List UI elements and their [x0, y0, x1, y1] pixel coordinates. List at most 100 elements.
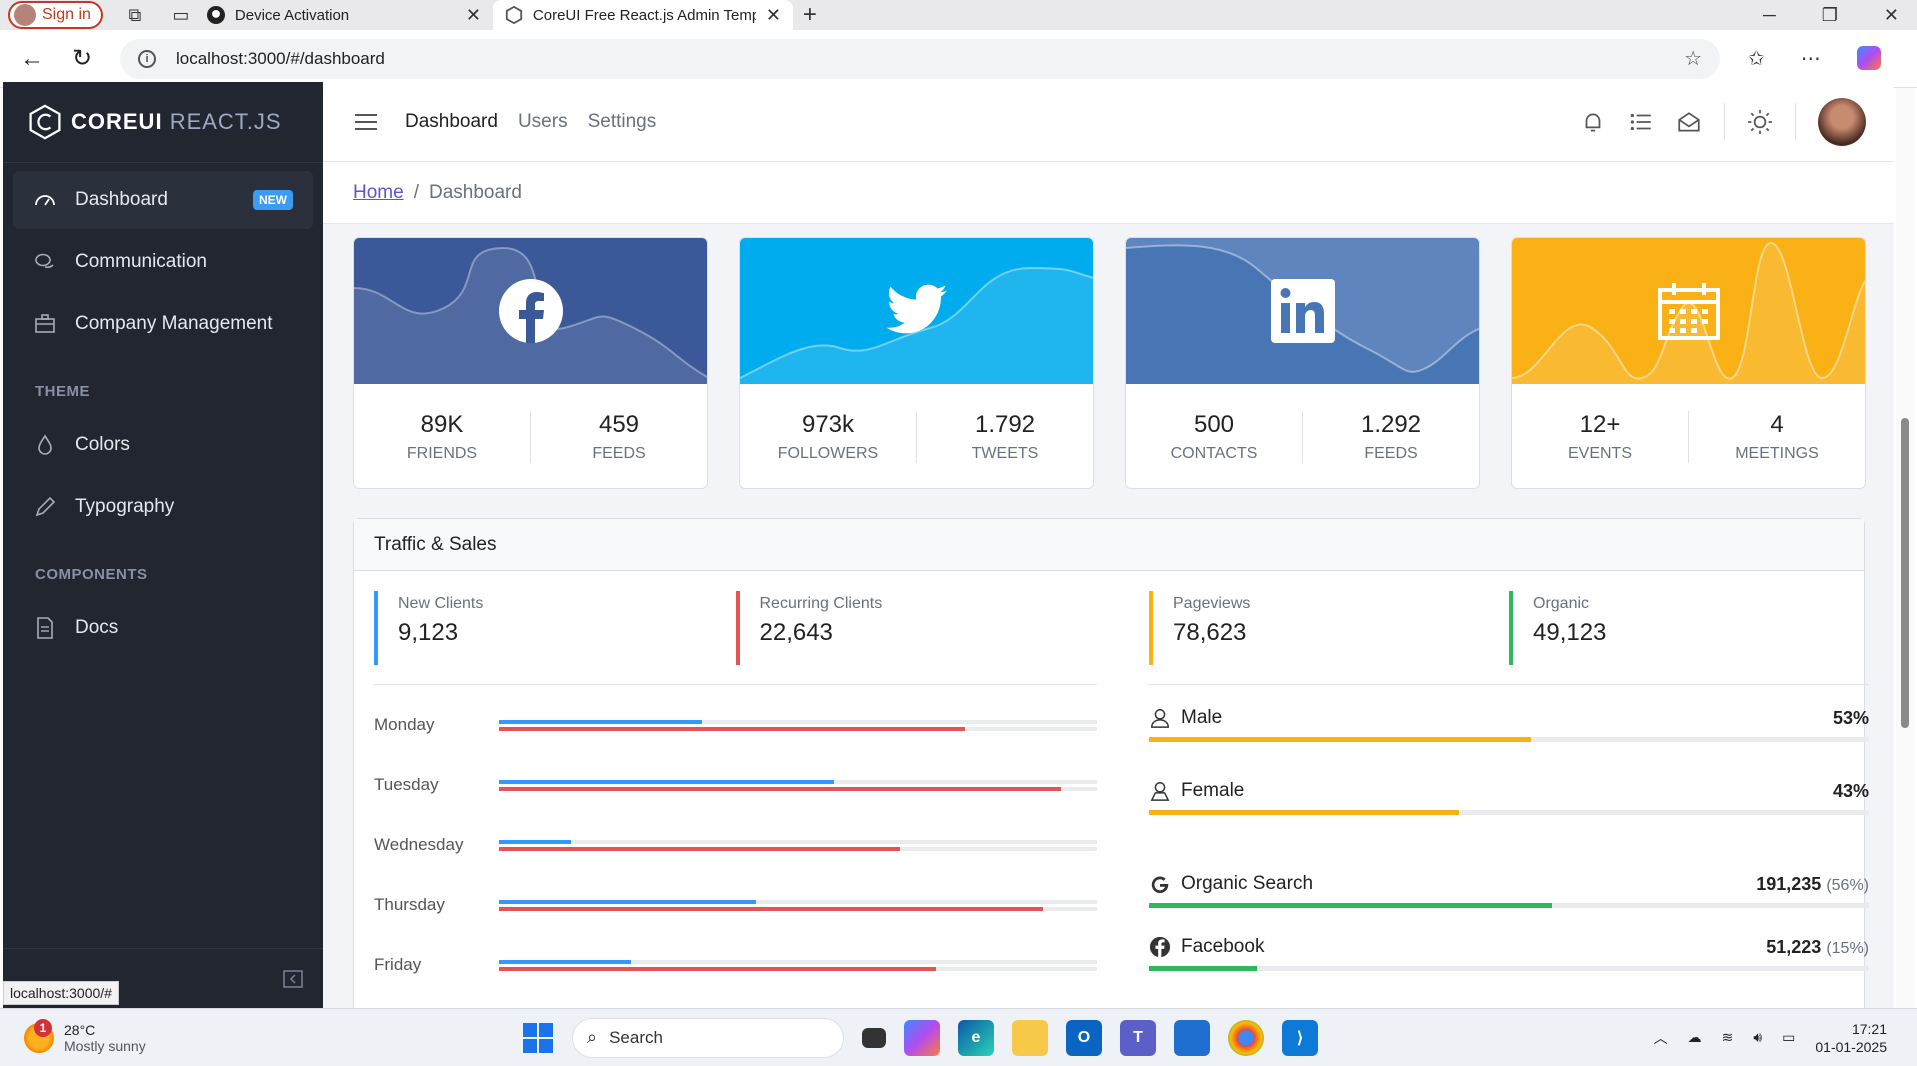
twitter-icon [886, 284, 947, 334]
sidebar-item-docs[interactable]: Docs [13, 599, 313, 657]
breadcrumb-home-link[interactable]: Home [353, 182, 404, 204]
teams-icon[interactable]: T [1120, 1019, 1156, 1056]
close-tab-icon[interactable]: ✕ [466, 5, 481, 26]
vscode-icon[interactable]: ⟩ [1282, 1019, 1318, 1056]
user-icon [1151, 709, 1169, 728]
facebook-progress [1149, 966, 1257, 971]
close-window-icon[interactable]: ✕ [1884, 5, 1899, 26]
weather-desc: Mostly sunny [64, 1037, 146, 1054]
sidebar-item-typography[interactable]: Typography [13, 478, 313, 536]
restore-icon[interactable]: ❐ [1822, 5, 1838, 26]
header-nav-settings[interactable]: Settings [588, 111, 657, 133]
close-tab-icon[interactable]: ✕ [766, 5, 781, 26]
chrome-icon[interactable] [1228, 1019, 1264, 1056]
sidebar-item-company-management[interactable]: Company Management [13, 295, 313, 353]
traffic-right-column: Pageviews 78,623 Organic 49,123 Male 53% [1149, 591, 1869, 971]
header-nav-dashboard[interactable]: Dashboard [405, 111, 498, 133]
envelope-open-icon[interactable] [1676, 109, 1702, 135]
followers-value: 973k [801, 411, 855, 438]
sun-theme-icon[interactable] [1747, 109, 1773, 135]
hamburger-menu-icon[interactable] [355, 113, 377, 131]
feeds-label: feeds [592, 445, 646, 462]
new-tab-button[interactable]: + [803, 1, 817, 29]
url-field[interactable]: i localhost:3000/#/dashboard ☆ [120, 38, 1720, 79]
sidebar-item-communication[interactable]: Communication [13, 233, 313, 291]
contacts-value: 500 [1193, 411, 1235, 438]
volume-icon[interactable]: 🔊︎ [1753, 1029, 1762, 1046]
weather-alert-badge: 1 [34, 1018, 52, 1037]
tab-device-activation[interactable]: Device Activation ✕ [195, 0, 493, 30]
kpi-organic: Organic 49,123 [1509, 591, 1869, 665]
onedrive-icon[interactable]: ☁ [1688, 1029, 1702, 1046]
clock-time: 17:21 [1851, 1020, 1887, 1037]
tab-actions-icon[interactable]: ▭ [167, 1, 195, 29]
store-icon[interactable] [1174, 1019, 1210, 1056]
contacts-label: contacts [1170, 445, 1258, 462]
linkedin-card: 500 contacts 1.292 feeds [1125, 237, 1480, 489]
user-avatar[interactable] [1818, 97, 1866, 146]
clock[interactable]: 17:21 01-01-2025 [1815, 1020, 1887, 1056]
speedometer-icon [35, 195, 55, 206]
day-row: Tuesday [374, 755, 1097, 815]
copilot-icon[interactable] [1856, 46, 1881, 70]
tweets-label: tweets [971, 445, 1039, 462]
battery-icon[interactable]: ▭ [1782, 1029, 1795, 1046]
copilot-app-icon[interactable] [904, 1019, 940, 1056]
linkedin-icon [1270, 279, 1335, 343]
back-icon[interactable]: ← [14, 45, 50, 73]
coreui-logo-icon [29, 104, 61, 140]
profile-avatar [14, 4, 36, 26]
task-view-icon[interactable] [862, 1027, 886, 1048]
list-icon[interactable] [1628, 109, 1654, 135]
new-clients-bar [499, 959, 631, 964]
kpi-label: Recurring Clients [759, 595, 883, 612]
edge-browser-icon[interactable]: e [958, 1019, 994, 1056]
taskbar-search[interactable]: ⌕ Search [572, 1017, 844, 1058]
bell-icon[interactable] [1580, 109, 1606, 135]
sidebar-item-label: Typography [75, 496, 175, 517]
weather-widget[interactable]: 1 28°C Mostly sunny [24, 1018, 146, 1054]
kpi-label: New Clients [398, 595, 484, 612]
refresh-icon[interactable]: ↻ [64, 44, 100, 73]
feeds-label: feeds [1364, 445, 1418, 462]
sidebar-item-dashboard[interactable]: Dashboard NEW [13, 171, 313, 229]
new-clients-bar [499, 899, 757, 904]
feeds-value: 459 [598, 411, 640, 438]
meetings-value: 4 [1770, 411, 1784, 438]
profile-signin-button[interactable]: Sign in [8, 1, 103, 29]
page-scrollbar[interactable] [1896, 88, 1914, 1008]
pencil-icon [35, 496, 56, 517]
wifi-icon[interactable]: ≋ [1722, 1029, 1734, 1046]
brand-logo[interactable]: COREUI REACT.JS [3, 82, 323, 163]
favorites-icon[interactable]: ✩ [1748, 46, 1765, 71]
sidebar-item-colors[interactable]: Colors [13, 416, 313, 474]
gender-label: Female [1181, 780, 1245, 801]
sunny-weather-icon: 1 [24, 1018, 54, 1053]
address-bar: ← ↻ i localhost:3000/#/dashboard ☆ ✩ ⋯ [0, 30, 1917, 88]
more-icon[interactable]: ⋯ [1801, 46, 1821, 71]
friends-label: friends [406, 445, 478, 462]
workspaces-icon[interactable]: ⧉ [121, 1, 149, 29]
document-icon [37, 617, 53, 639]
meetings-label: meetings [1735, 445, 1819, 462]
source-label: Facebook [1181, 936, 1265, 957]
sidebar-item-label: Colors [75, 434, 130, 455]
facebook-icon [498, 279, 563, 343]
scrollbar-thumb[interactable] [1901, 418, 1909, 728]
favorite-star-icon[interactable]: ☆ [1684, 46, 1702, 71]
day-label: Monday [374, 715, 435, 734]
tweets-value: 1.792 [974, 411, 1036, 438]
site-info-icon[interactable]: i [138, 49, 156, 68]
day-row: Thursday [374, 875, 1097, 935]
sidebar-toggle-icon[interactable] [283, 969, 303, 989]
windows-start-icon[interactable] [522, 1022, 554, 1054]
header-nav-users[interactable]: Users [518, 111, 568, 133]
outlook-icon[interactable]: O [1066, 1019, 1102, 1056]
day-label: Friday [374, 955, 422, 974]
organic-progress [1149, 903, 1553, 908]
chevron-up-icon[interactable]: ︿ [1654, 1028, 1668, 1048]
minimize-icon[interactable]: ─ [1763, 5, 1776, 26]
tab-title: CoreUI Free React.js Admin Templ [532, 6, 756, 24]
file-explorer-icon[interactable] [1012, 1019, 1048, 1056]
tab-coreui[interactable]: CoreUI Free React.js Admin Templ ✕ [492, 0, 793, 30]
